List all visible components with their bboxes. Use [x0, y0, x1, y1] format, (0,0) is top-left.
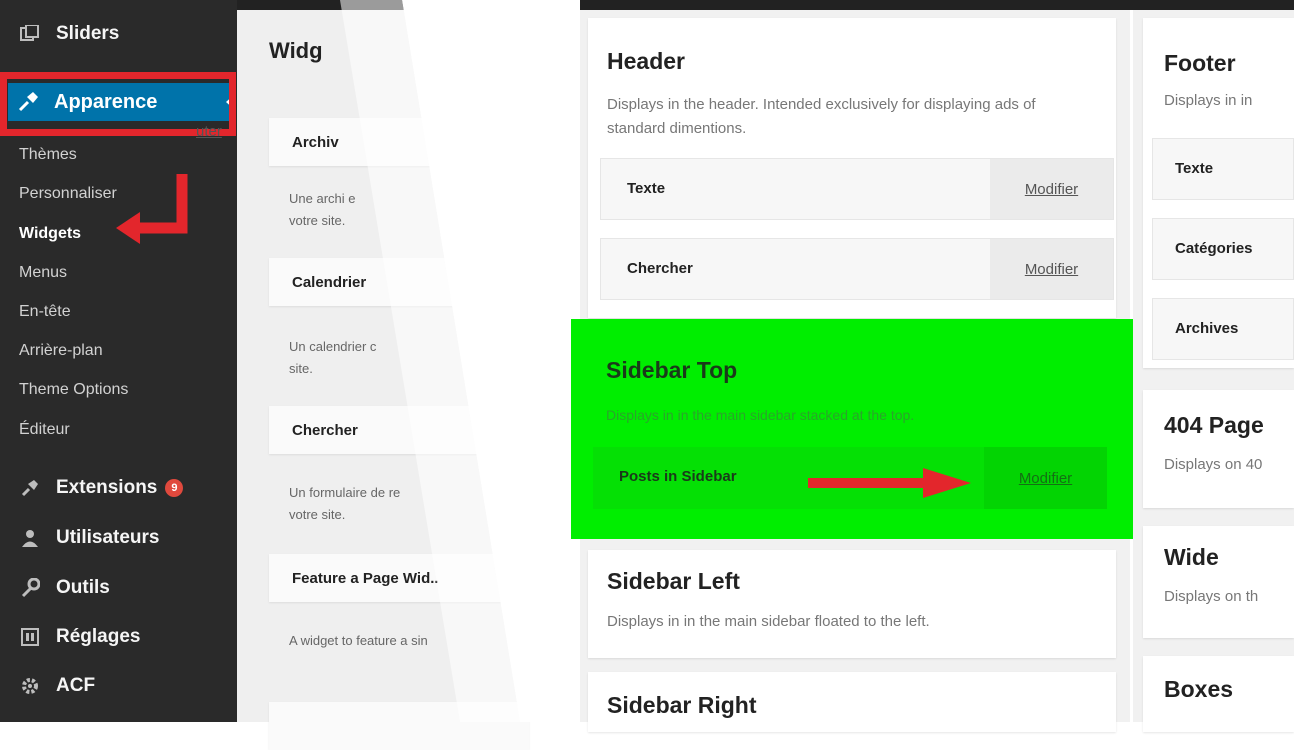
right-areas-column: Footer Displays in in Texte Catégories A…: [1133, 10, 1294, 732]
settings-icon: [18, 625, 42, 649]
header-widget-chercher-edit[interactable]: Modifier: [990, 239, 1113, 299]
area-header[interactable]: Header Displays in the header. Intended …: [588, 18, 1116, 318]
area-sidebar-top-title: Sidebar Top: [606, 357, 738, 383]
area-sidebar-top-highlight[interactable]: Sidebar Top Displays in in the main side…: [571, 319, 1136, 539]
menu-acf[interactable]: ACF: [18, 674, 95, 698]
red-arrow-to-modifier: [808, 468, 971, 498]
menu-outils[interactable]: Outils: [18, 576, 110, 600]
footer-widget-archives-label: Archives: [1175, 320, 1239, 337]
submenu-themes[interactable]: Thèmes: [19, 146, 77, 164]
submenu-arriere-plan[interactable]: Arrière-plan: [19, 342, 103, 360]
submenu-theme-options[interactable]: Theme Options: [19, 381, 128, 399]
menu-extensions-label: Extensions: [56, 477, 158, 498]
area-404-title: 404 Page: [1164, 412, 1264, 438]
widget-archives-label: Archiv: [292, 133, 339, 151]
area-boxes-title: Boxes: [1164, 676, 1234, 702]
area-wide-title: Wide: [1164, 544, 1219, 570]
menu-utilisateurs-label: Utilisateurs: [56, 527, 160, 548]
widget-chercher-label: Chercher: [292, 421, 358, 439]
area-sidebar-right-title: Sidebar Right: [607, 692, 757, 718]
menu-sliders[interactable]: Sliders: [18, 22, 119, 46]
wrench-icon: [18, 576, 42, 600]
header-widget-texte-edit[interactable]: Modifier: [990, 159, 1113, 219]
submenu-personnaliser[interactable]: Personnaliser: [19, 185, 117, 203]
header-widget-chercher-label: Chercher: [627, 260, 693, 277]
header-widget-chercher[interactable]: Chercher Modifier: [600, 238, 1114, 300]
menu-reglages[interactable]: Réglages: [18, 625, 140, 649]
users-icon: [18, 526, 42, 550]
submenu-widgets[interactable]: Widgets: [19, 225, 81, 243]
add-widget-link[interactable]: uter: [196, 123, 222, 140]
top-strip: [237, 0, 1294, 10]
menu-acf-label: ACF: [56, 675, 96, 696]
red-arrow-to-widgets: [116, 174, 188, 244]
area-sidebar-left[interactable]: Sidebar Left Displays in in the main sid…: [588, 550, 1116, 658]
area-sidebar-right[interactable]: Sidebar Right: [588, 672, 1116, 732]
sidebar-top-widget-posts-label: Posts in Sidebar: [619, 468, 737, 485]
area-sidebar-left-title: Sidebar Left: [607, 568, 740, 594]
area-footer[interactable]: Footer Displays in in Texte Catégories A…: [1143, 18, 1294, 368]
area-404-desc: Displays on 40: [1164, 456, 1263, 473]
update-count-badge: 9: [165, 479, 184, 497]
submenu-menus[interactable]: Menus: [19, 264, 67, 282]
area-sidebar-left-desc: Displays in in the main sidebar floated …: [607, 613, 930, 630]
menu-extensions[interactable]: Extensions 9: [18, 476, 184, 500]
widget-next[interactable]: [269, 702, 529, 750]
submenu-editeur[interactable]: Éditeur: [19, 421, 70, 439]
widget-chercher[interactable]: Chercher: [269, 406, 529, 454]
widget-feature-a-page[interactable]: Feature a Page Wid..: [269, 554, 529, 602]
widget-feature-a-page-label: Feature a Page Wid..: [292, 569, 439, 587]
menu-sliders-label: Sliders: [56, 23, 120, 44]
footer-widget-texte-label: Texte: [1175, 160, 1214, 177]
widget-archives-desc: Une archi e votre site.: [289, 191, 356, 228]
widget-chercher-desc: Un formulaire de re votre site.: [289, 485, 401, 522]
footer-widget-categories-label: Catégories: [1175, 240, 1253, 257]
area-404-page[interactable]: 404 Page Displays on 40: [1143, 390, 1294, 508]
menu-outils-label: Outils: [56, 577, 110, 598]
available-widgets-panel: Widg Archiv Une archi e votre site. Cale…: [237, 10, 617, 750]
area-wide[interactable]: Wide Displays on th: [1143, 526, 1294, 638]
plugin-icon: [18, 476, 42, 500]
area-footer-title: Footer: [1164, 50, 1236, 76]
widget-calendrier-desc: Un calendrier c site.: [289, 339, 377, 376]
widget-calendrier-label: Calendrier: [292, 273, 367, 291]
area-boxes[interactable]: Boxes: [1143, 656, 1294, 732]
area-wide-desc: Displays on th: [1164, 588, 1259, 605]
footer-widget-texte[interactable]: Texte: [1152, 138, 1294, 200]
sidebar-top-widget-posts-edit[interactable]: Modifier: [984, 447, 1107, 509]
slides-icon: [18, 22, 42, 46]
area-footer-desc: Displays in in: [1164, 92, 1253, 109]
widget-feature-a-page-desc: A widget to feature a sin: [289, 633, 428, 648]
area-header-desc: Displays in the header. Intended exclusi…: [607, 96, 1036, 137]
area-header-title: Header: [607, 48, 685, 74]
menu-utilisateurs[interactable]: Utilisateurs: [18, 526, 159, 550]
header-widget-texte[interactable]: Texte Modifier: [600, 158, 1114, 220]
header-widget-texte-label: Texte: [627, 180, 666, 197]
footer-widget-archives[interactable]: Archives: [1152, 298, 1294, 360]
gear-icon: [18, 674, 42, 698]
widget-archives[interactable]: Archiv: [269, 118, 529, 166]
admin-sidebar: Sliders Apparence Thèmes Personnaliser W…: [0, 0, 237, 722]
page-title: Widg: [269, 38, 323, 63]
menu-reglages-label: Réglages: [56, 626, 141, 647]
submenu-en-tete[interactable]: En-tête: [19, 303, 71, 321]
footer-widget-categories[interactable]: Catégories: [1152, 218, 1294, 280]
area-sidebar-top-desc: Displays in in the main sidebar stacked …: [606, 407, 915, 423]
widget-calendrier[interactable]: Calendrier: [269, 258, 529, 306]
